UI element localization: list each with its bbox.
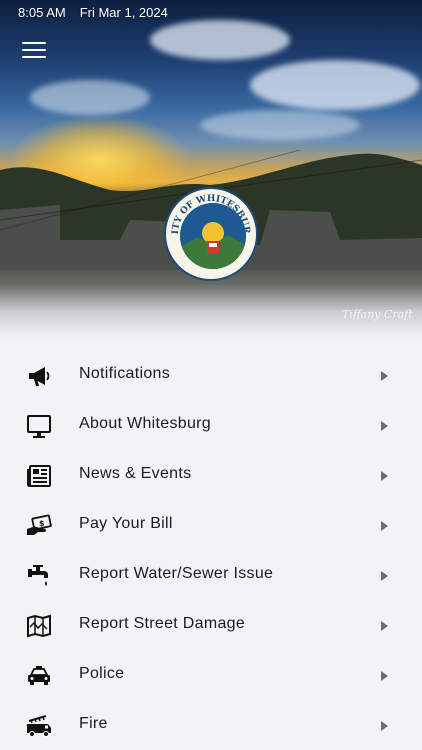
money-hand-icon: $ [27, 514, 52, 535]
newspaper-icon [27, 465, 51, 487]
cloud [150, 20, 290, 60]
menu-item-notifications[interactable]: Notifications [0, 350, 422, 400]
chevron-right-icon [381, 571, 388, 581]
chevron-right-icon [381, 471, 388, 481]
menu-item-label: Report Street Damage [79, 615, 246, 632]
cloud [200, 110, 360, 140]
chevron-right-icon [381, 721, 388, 731]
police-car-icon [28, 666, 50, 685]
menu-item-water-sewer[interactable]: Report Water/Sewer Issue [0, 550, 422, 600]
chevron-right-icon [381, 521, 388, 531]
fire-truck-icon [27, 715, 51, 737]
menu-item-news[interactable]: News & Events [0, 450, 422, 500]
cloud [250, 60, 420, 110]
menu-item-pay-bill[interactable]: $ Pay Your Bill [0, 500, 422, 550]
megaphone-icon [29, 367, 50, 386]
main-menu-list: Notifications About Whitesburg News & Ev… [0, 350, 422, 750]
menu-item-fire[interactable]: Fire [0, 700, 422, 750]
photo-watermark: Tiffany Craft [342, 308, 413, 321]
faucet-icon [28, 565, 48, 586]
chevron-right-icon [381, 371, 388, 381]
hamburger-menu-icon[interactable] [22, 42, 46, 60]
chevron-right-icon [381, 671, 388, 681]
status-bar: 8:05 AM Fri Mar 1, 2024 [18, 5, 168, 20]
menu-item-label: Police [79, 665, 125, 682]
menu-item-street-damage[interactable]: Report Street Damage [0, 600, 422, 650]
menu-item-label: Fire [79, 715, 108, 732]
menu-item-label: Pay Your Bill [79, 515, 173, 532]
monitor-icon [27, 415, 51, 438]
chevron-right-icon [381, 621, 388, 631]
menu-item-about[interactable]: About Whitesburg [0, 400, 422, 450]
svg-text:$: $ [39, 519, 45, 528]
city-seal-logo: CITY OF WHITESBURG [164, 187, 258, 281]
status-date: Fri Mar 1, 2024 [79, 5, 168, 20]
status-time: 8:05 AM [18, 5, 66, 20]
map-icon [27, 614, 51, 638]
cloud [30, 80, 150, 115]
menu-item-police[interactable]: Police [0, 650, 422, 700]
hero-banner: 8:05 AM Fri Mar 1, 2024 CITY OF WHITESBU… [0, 0, 422, 338]
menu-item-label: About Whitesburg [79, 415, 211, 432]
menu-item-label: Report Water/Sewer Issue [79, 565, 274, 582]
menu-item-label: Notifications [79, 365, 171, 382]
chevron-right-icon [381, 421, 388, 431]
menu-item-label: News & Events [79, 465, 192, 482]
